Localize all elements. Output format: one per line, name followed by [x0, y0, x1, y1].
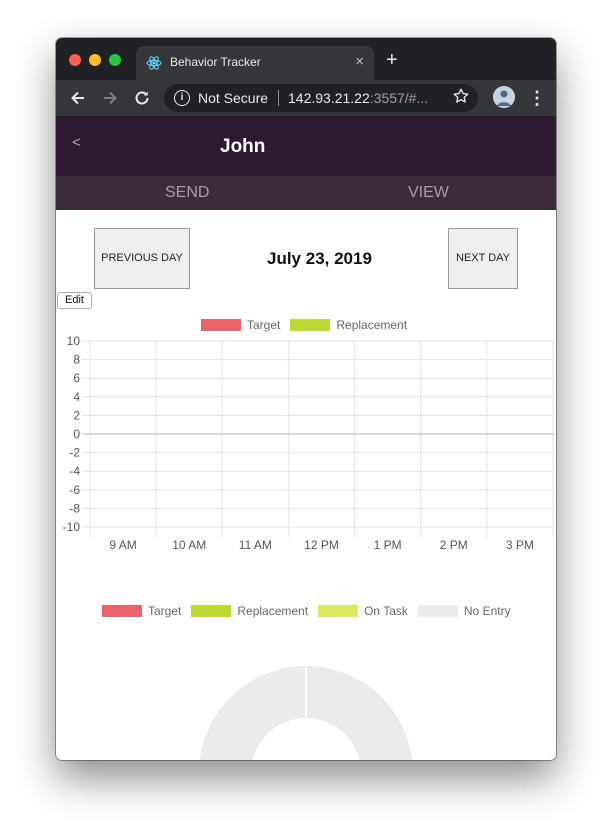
kebab-menu-icon[interactable]: ⋮	[528, 88, 546, 108]
x-tick-label: 2 PM	[440, 538, 468, 552]
legend-swatch-on-task	[318, 605, 359, 617]
arrow-left-icon[interactable]	[68, 88, 88, 108]
legend-item-no-entry[interactable]: No Entry	[417, 604, 511, 618]
url-host: 142.93.21.22	[288, 90, 370, 106]
profile-avatar[interactable]	[493, 86, 515, 108]
profile-picture-icon	[493, 86, 515, 108]
y-tick-label: -6	[69, 483, 80, 497]
info-icon[interactable]: i	[174, 90, 190, 106]
y-tick-label: 4	[73, 390, 80, 404]
legend-swatch-replacement	[290, 319, 331, 331]
legend-label-target: Target	[148, 604, 182, 618]
legend-item-replacement[interactable]: Replacement	[191, 604, 308, 618]
back-button[interactable]: <	[72, 134, 81, 151]
tab-strip: Behavior Tracker × +	[56, 38, 556, 80]
react-icon	[146, 56, 162, 70]
page-title: John	[220, 136, 266, 157]
bar-chart: 10 8 6 4 2 0 -2 -4 -6 -8 -10 9 AM 10 AM 11 AM 12 PM 1 P…	[63, 334, 554, 552]
legend-label-on-task: On Task	[364, 604, 408, 618]
y-tick-label: 0	[73, 427, 80, 441]
y-tick-label: 2	[73, 408, 80, 422]
legend-swatch-target	[201, 319, 241, 331]
tab-send[interactable]: SEND	[165, 184, 209, 202]
url-text: 142.93.21.22:3557/#...	[288, 90, 428, 106]
new-tab-button[interactable]: +	[386, 50, 398, 70]
date-label: July 23, 2019	[267, 249, 372, 268]
x-tick-label: 10 AM	[172, 538, 206, 552]
address-bar[interactable]: i Not Secure 142.93.21.22:3557/#...	[164, 84, 478, 112]
browser-tab[interactable]: Behavior Tracker ×	[136, 46, 374, 80]
y-tick-label: 8	[73, 353, 80, 367]
bar-chart-legend: Target Replacement	[201, 318, 407, 332]
legend-item-on-task[interactable]: On Task	[318, 604, 408, 618]
x-tick-label: 12 PM	[304, 538, 339, 552]
x-tick-label: 1 PM	[374, 538, 402, 552]
reload-icon[interactable]	[132, 88, 152, 108]
tab-view[interactable]: VIEW	[408, 184, 449, 202]
security-label: Not Secure	[198, 90, 269, 106]
url-path: :3557/#...	[369, 90, 429, 106]
x-tick-label: 11 AM	[239, 538, 272, 552]
legend-item-target[interactable]: Target	[102, 604, 181, 618]
previous-day-button[interactable]: PREVIOUS DAY	[94, 228, 190, 289]
close-window-button[interactable]	[69, 54, 81, 66]
browser-window: Behavior Tracker × + i Not Secure 142.93…	[56, 38, 556, 760]
legend-label-target: Target	[247, 318, 281, 332]
tab-title: Behavior Tracker	[170, 55, 261, 69]
y-tick-label: -10	[63, 520, 81, 534]
pie-chart-legend: Target Replacement On Task No Entry	[102, 604, 511, 618]
tab-close-icon[interactable]: ×	[355, 53, 364, 70]
legend-label-no-entry: No Entry	[463, 604, 511, 618]
legend-swatch-no-entry	[417, 605, 458, 617]
y-tick-label: -8	[69, 501, 80, 515]
y-tick-label: 6	[73, 371, 80, 385]
y-tick-label: 10	[67, 334, 81, 348]
x-tick-label: 9 AM	[109, 538, 136, 552]
legend-swatch-replacement	[191, 605, 232, 617]
edit-button[interactable]: Edit	[57, 292, 92, 309]
x-tick-label: 3 PM	[506, 538, 534, 552]
legend-item-target[interactable]: Target	[201, 318, 280, 332]
y-tick-label: -2	[69, 446, 80, 460]
y-tick-label: -4	[69, 464, 80, 478]
address-divider	[278, 90, 279, 106]
legend-label-replacement: Replacement	[237, 604, 309, 618]
app-tabs: SEND VIEW	[56, 176, 556, 210]
arrow-right-icon[interactable]	[100, 88, 120, 108]
next-day-button[interactable]: NEXT DAY	[448, 228, 518, 289]
star-icon[interactable]	[452, 87, 470, 105]
legend-label-replacement: Replacement	[336, 318, 408, 332]
legend-swatch-target	[102, 605, 142, 617]
minimize-window-button[interactable]	[89, 54, 101, 66]
maximize-window-button[interactable]	[109, 54, 121, 66]
app-header: < John	[56, 116, 556, 176]
doughnut-chart	[199, 666, 413, 760]
legend-item-replacement[interactable]: Replacement	[290, 318, 407, 332]
browser-toolbar: i Not Secure 142.93.21.22:3557/#... ⋮	[56, 80, 556, 116]
